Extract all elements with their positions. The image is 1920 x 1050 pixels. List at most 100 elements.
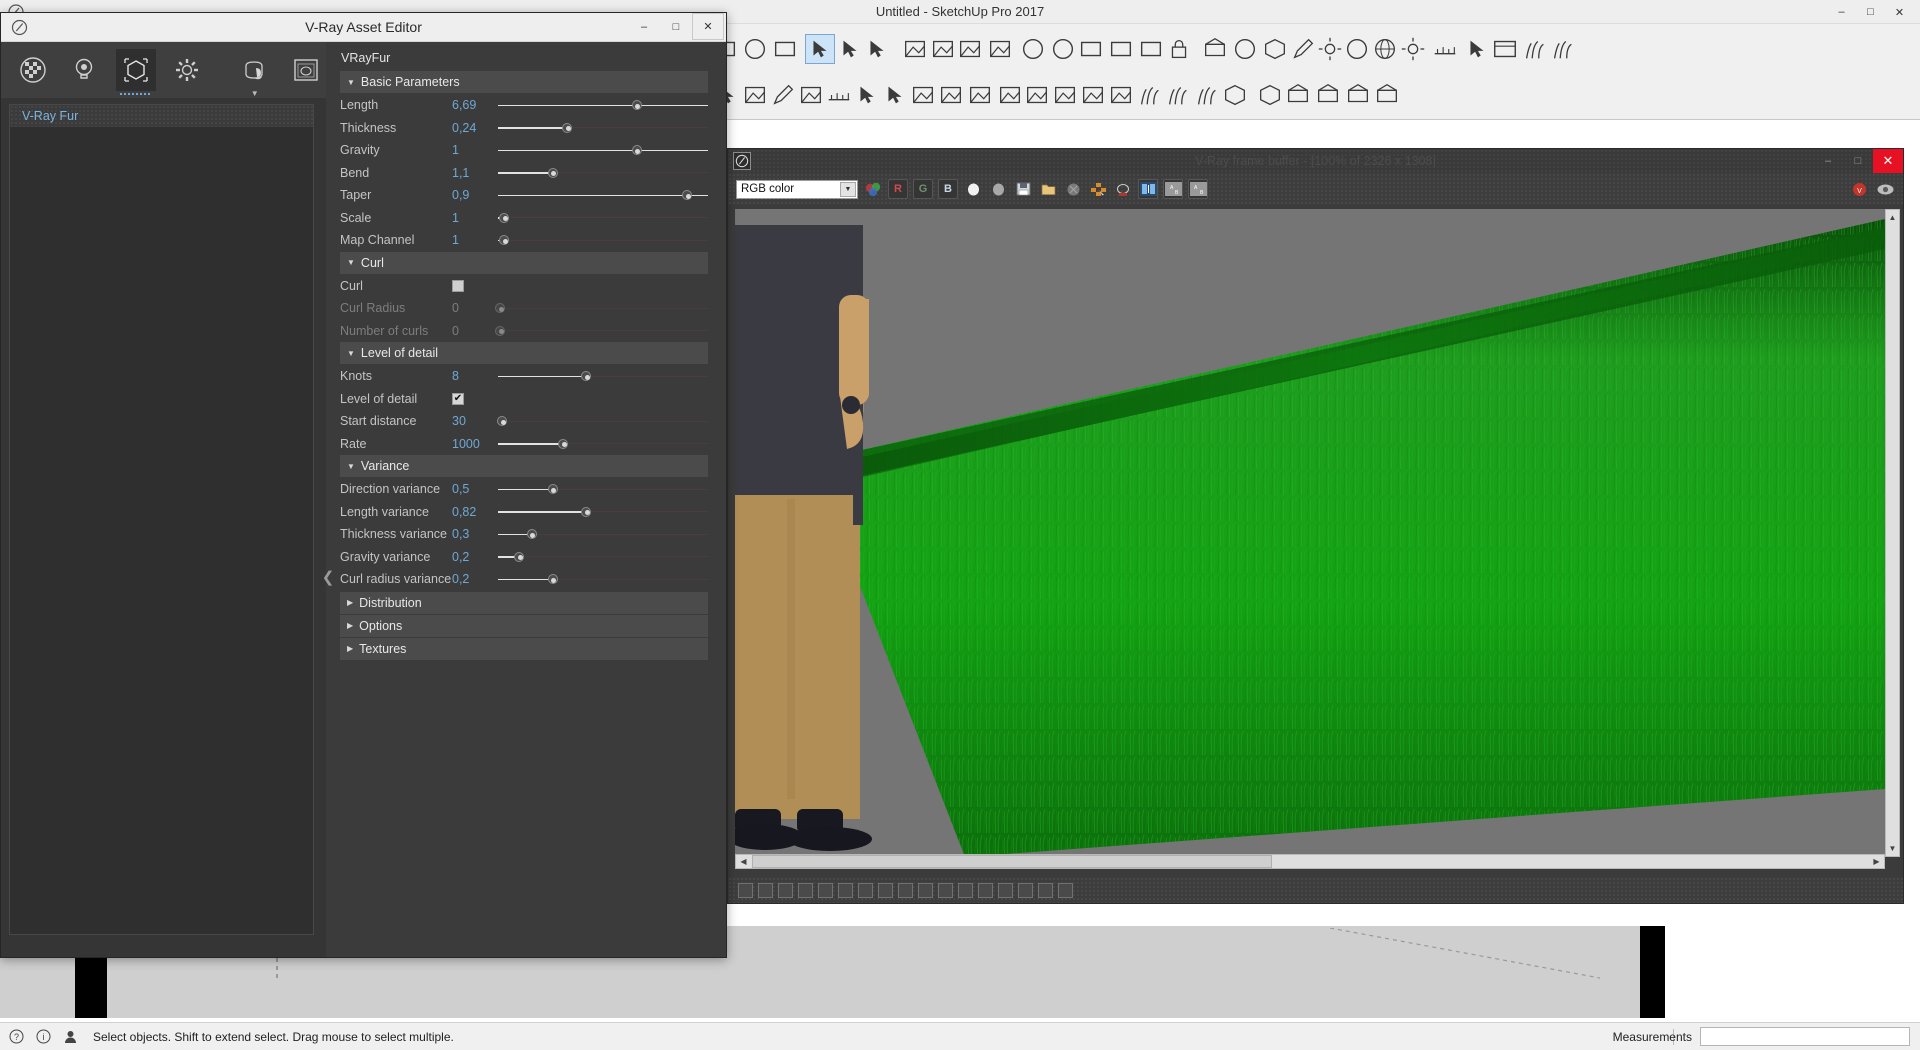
- ocio-icon[interactable]: [938, 882, 953, 898]
- sketchup-minimize-button[interactable]: –: [1827, 1, 1856, 23]
- toolbar-button-vcube-icon[interactable]: [1260, 34, 1290, 64]
- section-header-textures[interactable]: ▶ Textures: [340, 637, 708, 660]
- background-icon[interactable]: [1018, 882, 1033, 898]
- slider-handle[interactable]: [631, 145, 642, 156]
- toolbar-button-rect-icon[interactable]: [1136, 34, 1166, 64]
- parameter-slider[interactable]: [495, 320, 708, 342]
- parameter-value[interactable]: 1: [452, 211, 498, 225]
- toolbar-button-pencil-icon[interactable]: [768, 80, 798, 110]
- toolbar-button-arrow-icon[interactable]: [880, 80, 910, 110]
- section-header-variance[interactable]: ▼ Variance: [340, 455, 708, 477]
- toolbar-button-mat-icon[interactable]: [1106, 80, 1136, 110]
- asset-list[interactable]: V-Ray Fur: [9, 104, 314, 935]
- alpha-grey-icon[interactable]: [988, 179, 1008, 199]
- parameter-slider[interactable]: [497, 410, 708, 432]
- parameter-value[interactable]: 0,3: [452, 527, 498, 541]
- clear-image-icon[interactable]: [1063, 179, 1083, 199]
- toolbar-button-mat-icon[interactable]: [900, 34, 930, 64]
- toolbar-button-circle-icon[interactable]: [1342, 34, 1372, 64]
- toolbar-button-rect-icon[interactable]: [1076, 34, 1106, 64]
- parameter-checkbox[interactable]: ✔: [452, 392, 464, 405]
- horizontal-scroll-thumb[interactable]: [752, 855, 1272, 868]
- toolbar-button-vcube-icon[interactable]: [1220, 80, 1250, 110]
- parameter-checkbox[interactable]: [452, 279, 464, 292]
- white-balance-icon[interactable]: [818, 882, 833, 898]
- image-vertical-scrollbar[interactable]: ▲ ▼: [1885, 209, 1900, 857]
- toolbar-button-arrow-icon[interactable]: [852, 80, 882, 110]
- toolbar-button-pencil-icon[interactable]: [1288, 34, 1318, 64]
- toolbar-button-mat-icon[interactable]: [955, 34, 985, 64]
- levels-icon[interactable]: [878, 882, 893, 898]
- parameter-slider[interactable]: [498, 478, 708, 500]
- toolbar-button-mat-icon[interactable]: [985, 34, 1015, 64]
- parameter-slider[interactable]: [498, 501, 708, 523]
- toolbar-button-sec-icon[interactable]: [1313, 80, 1343, 110]
- parameter-slider[interactable]: [498, 568, 708, 590]
- toolbar-button-mat-icon[interactable]: [908, 80, 938, 110]
- toolbar-button-mat-icon[interactable]: [1050, 80, 1080, 110]
- toolbar-button-mat-icon[interactable]: [928, 34, 958, 64]
- parameter-value[interactable]: 0: [452, 324, 498, 338]
- toolbar-button-circle-icon[interactable]: [1018, 34, 1048, 64]
- section-header-basic[interactable]: ▼ Basic Parameters: [340, 71, 708, 93]
- parameter-value[interactable]: 0,82: [452, 505, 498, 519]
- frame-buffer-minimize-button[interactable]: –: [1813, 149, 1843, 173]
- section-header-distribution[interactable]: ▶ Distribution: [340, 591, 708, 614]
- parameter-slider[interactable]: [498, 184, 708, 206]
- hue-saturation-icon[interactable]: [838, 882, 853, 898]
- lens-effects-icon[interactable]: [998, 882, 1013, 898]
- toolbar-button-grass-icon[interactable]: [1163, 80, 1193, 110]
- asset-editor-minimize-button[interactable]: –: [628, 13, 660, 40]
- toolbar-button-mat-icon[interactable]: [796, 80, 826, 110]
- toolbar-button-arrow-icon[interactable]: [862, 34, 892, 64]
- parameter-value[interactable]: 1: [452, 233, 498, 247]
- chevron-down-icon[interactable]: ▼: [840, 181, 856, 197]
- section-header-options[interactable]: ▶ Options: [340, 614, 708, 637]
- toolbar-button-vcube-icon[interactable]: [1255, 80, 1285, 110]
- lut-icon[interactable]: [918, 882, 933, 898]
- curve-icon[interactable]: [898, 882, 913, 898]
- slider-handle[interactable]: [499, 212, 510, 223]
- slider-handle[interactable]: [547, 574, 558, 585]
- open-image-icon[interactable]: [1038, 179, 1058, 199]
- parameter-value[interactable]: 0,2: [452, 572, 498, 586]
- parameter-value[interactable]: 8: [452, 369, 498, 383]
- parameter-value[interactable]: 1,1: [452, 166, 498, 180]
- toolbar-button-mat-icon[interactable]: [740, 80, 770, 110]
- slider-handle[interactable]: [495, 303, 506, 314]
- toolbar-button-grass-icon[interactable]: [1520, 34, 1550, 64]
- blue-channel-icon[interactable]: B: [938, 179, 958, 199]
- sketchup-close-button[interactable]: ✕: [1885, 1, 1914, 23]
- toolbar-button-rect-icon[interactable]: [1106, 34, 1136, 64]
- toolbar-button-rect-icon[interactable]: [770, 34, 800, 64]
- slider-handle[interactable]: [499, 235, 510, 246]
- asset-list-item[interactable]: V-Ray Fur: [10, 105, 313, 127]
- toolbar-button-circle-icon[interactable]: [740, 34, 770, 64]
- parameter-slider[interactable]: [498, 94, 708, 116]
- asset-editor-maximize-button[interactable]: □: [660, 13, 692, 40]
- tab-geometry[interactable]: [116, 49, 156, 95]
- sketchup-maximize-button[interactable]: □: [1856, 1, 1885, 23]
- toolbar-button-arrow-icon[interactable]: [835, 34, 865, 64]
- parameter-value[interactable]: 0,5: [452, 482, 498, 496]
- collapse-panel-chevron-icon[interactable]: ❮: [321, 562, 335, 592]
- parameter-slider[interactable]: [498, 117, 708, 139]
- toolbar-button-mat-icon[interactable]: [1022, 80, 1052, 110]
- info-icon[interactable]: i: [32, 1026, 54, 1048]
- toolbar-button-mat-icon[interactable]: [995, 80, 1025, 110]
- toolbar-button-arrow-icon[interactable]: [1462, 34, 1492, 64]
- parameter-value[interactable]: 30: [452, 414, 498, 428]
- toolbar-button-grass-icon[interactable]: [1135, 80, 1165, 110]
- toolbar-button-tape-icon[interactable]: [1430, 34, 1460, 64]
- scroll-up-arrow-icon[interactable]: ▲: [1886, 210, 1899, 225]
- parameter-slider[interactable]: [498, 162, 708, 184]
- toolbar-button-sec-icon[interactable]: [1343, 80, 1373, 110]
- glare-icon[interactable]: [978, 882, 993, 898]
- tab-settings[interactable]: [168, 49, 208, 91]
- person-icon[interactable]: [59, 1026, 81, 1048]
- ab-compare-icon[interactable]: [1138, 179, 1158, 199]
- slider-handle[interactable]: [562, 122, 573, 133]
- parameter-slider[interactable]: [498, 365, 708, 387]
- toolbar-button-sec-icon[interactable]: [1200, 34, 1230, 64]
- toolbar-button-grass-icon[interactable]: [1192, 80, 1222, 110]
